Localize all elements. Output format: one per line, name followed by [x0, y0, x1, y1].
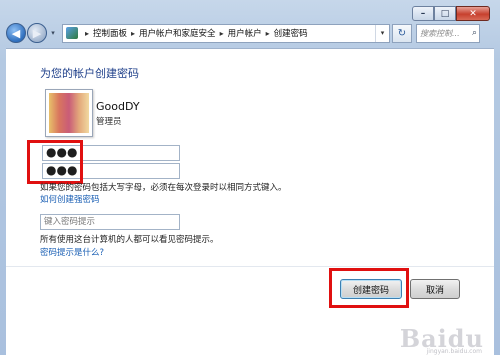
address-dropdown-button[interactable]: ▾ [375, 24, 389, 42]
caption-buttons: – □ ✕ [412, 6, 490, 22]
user-picture [49, 93, 89, 133]
forward-button[interactable]: ▶ [27, 23, 47, 43]
minimize-icon: – [420, 8, 426, 19]
user-role: 管理员 [96, 117, 122, 127]
divider [6, 266, 494, 267]
cancel-button[interactable]: 取消 [410, 279, 460, 299]
refresh-icon: ↻ [397, 27, 407, 39]
address-bar[interactable]: ▸ 控制面板 ▸ 用户帐户和家庭安全 ▸ 用户帐户 ▸ 创建密码 ▾ [62, 23, 390, 43]
refresh-button[interactable]: ↻ [392, 23, 412, 43]
chevron-down-icon: ▾ [51, 29, 55, 37]
breadcrumb-separator[interactable]: ▸ [131, 29, 135, 38]
breadcrumb-separator[interactable]: ▸ [266, 29, 270, 38]
watermark-url: jingyan.baidu.com [426, 348, 482, 355]
password-hint-field[interactable]: 键入密码提示 [40, 214, 180, 230]
control-panel-icon [66, 27, 78, 39]
content-pane: 为您的帐户创建密码 GoodDY 管理员 ●●● ●●● 如果您的密码包括大写字… [6, 48, 494, 355]
highlight-box-password-fields [27, 140, 83, 184]
maximize-button[interactable]: □ [434, 6, 456, 21]
breadcrumb-user-accounts-family[interactable]: 用户帐户和家庭安全 [139, 27, 216, 39]
back-button[interactable]: ◀ [6, 23, 26, 43]
breadcrumb-create-password[interactable]: 创建密码 [274, 27, 308, 39]
navigation-bar: ◀ ▶ ▾ ▸ 控制面板 ▸ 用户帐户和家庭安全 ▸ 用户帐户 ▸ 创建密码 ▾… [6, 22, 494, 44]
chevron-down-icon: ▾ [380, 29, 385, 37]
user-name: GoodDY [96, 100, 140, 113]
strong-password-link[interactable]: 如何创建强密码 [40, 193, 100, 205]
avatar [45, 89, 93, 137]
minimize-button[interactable]: – [412, 6, 434, 21]
close-button[interactable]: ✕ [456, 6, 490, 21]
search-input[interactable]: 搜索控制... ⌕ [416, 23, 480, 43]
hint-visibility-notice: 所有使用这台计算机的人都可以看见密码提示。 [40, 235, 219, 245]
breadcrumb-separator[interactable]: ▸ [220, 29, 224, 38]
control-panel-window: – □ ✕ ◀ ▶ ▾ ▸ 控制面板 ▸ 用户帐户和家庭安全 ▸ 用户帐户 ▸ … [0, 0, 500, 355]
caps-lock-hint: 如果您的密码包括大写字母，必须在每次登录时以相同方式键入。 [40, 183, 287, 193]
page-title: 为您的帐户创建密码 [40, 67, 139, 80]
maximize-icon: □ [440, 8, 450, 19]
breadcrumb-user-accounts[interactable]: 用户帐户 [228, 27, 262, 39]
forward-arrow-icon: ▶ [32, 26, 42, 40]
breadcrumb-separator: ▸ [85, 28, 90, 38]
breadcrumb-control-panel[interactable]: 控制面板 [93, 27, 127, 39]
back-arrow-icon: ◀ [11, 26, 21, 40]
what-is-hint-link[interactable]: 密码提示是什么? [40, 246, 104, 258]
search-placeholder: 搜索控制... [420, 28, 460, 38]
close-icon: ✕ [469, 8, 477, 19]
search-icon[interactable]: ⌕ [472, 28, 477, 38]
create-password-button[interactable]: 创建密码 [340, 279, 402, 299]
recent-pages-dropdown[interactable]: ▾ [48, 29, 58, 37]
